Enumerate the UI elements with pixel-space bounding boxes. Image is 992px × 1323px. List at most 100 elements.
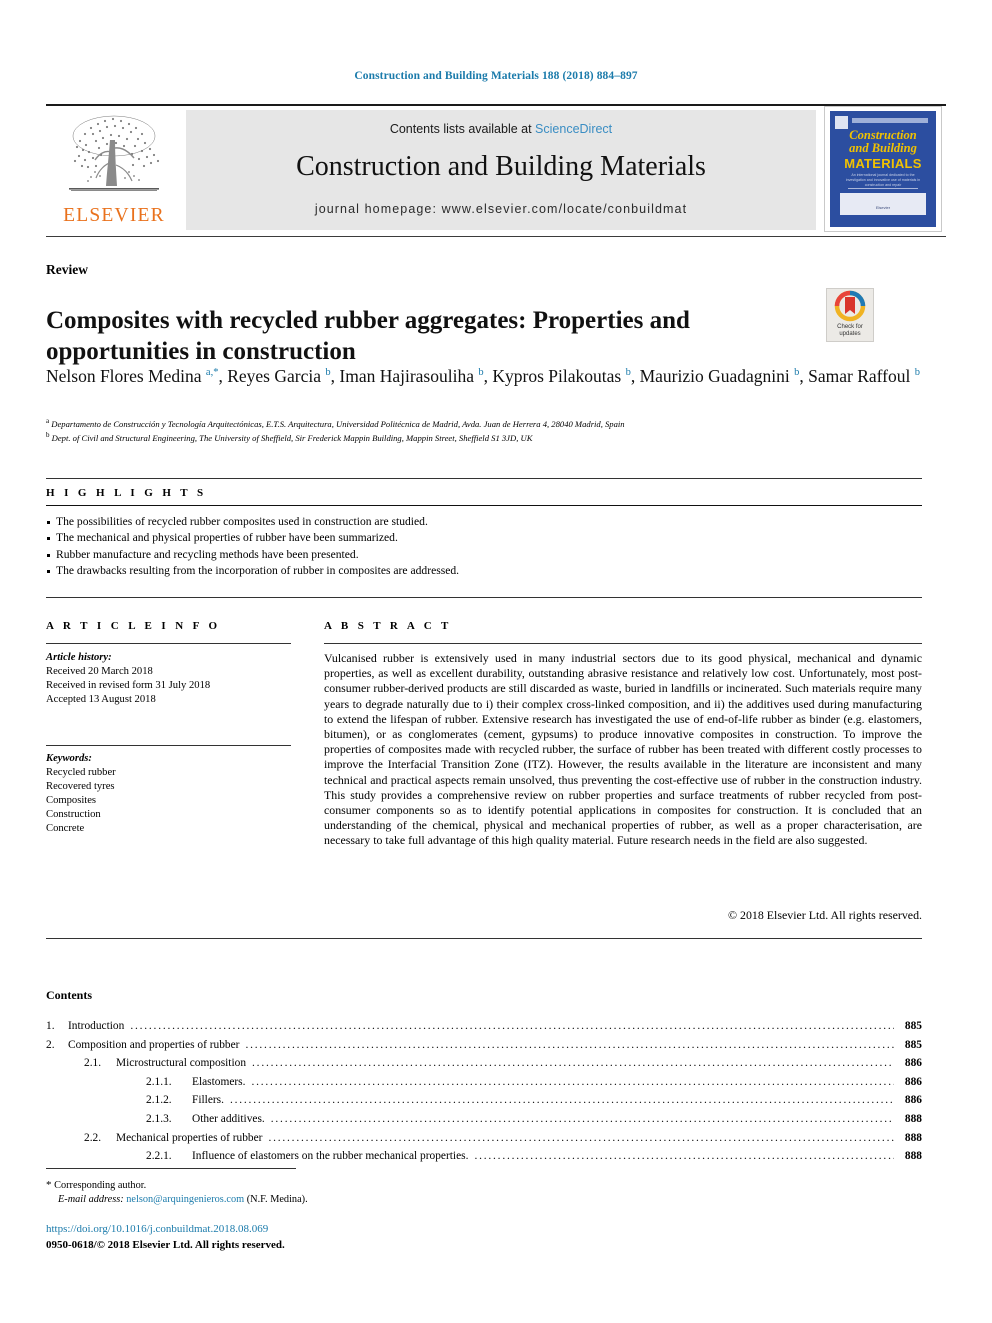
keywords-label: Keywords:: [46, 753, 92, 764]
crossmark-line2: updates: [839, 331, 861, 337]
keyword-item: Construction: [46, 809, 101, 820]
paper-page: Construction and Building Materials 188 …: [0, 0, 992, 1323]
toc-leader-dots: ........................................…: [270, 1112, 894, 1125]
email-suffix: (N.F. Medina).: [246, 1194, 308, 1205]
email-label: E-mail address:: [58, 1194, 124, 1205]
email-link[interactable]: nelson@arquingenieros.com: [126, 1194, 244, 1205]
history-item: Received in revised form 31 July 2018: [46, 680, 211, 691]
abstract-bottom-rule: [46, 938, 922, 939]
doi-link[interactable]: https://doi.org/10.1016/j.conbuildmat.20…: [46, 1223, 268, 1235]
toc-number: 2.1.2.: [146, 1094, 172, 1107]
toc-page-number: 885: [904, 1020, 922, 1032]
abstract-label: A B S T R A C T: [324, 620, 452, 632]
issn-copyright: 0950-0618/© 2018 Elsevier Ltd. All right…: [46, 1239, 285, 1251]
cover-topbar: [852, 118, 928, 123]
keyword-item: Recycled rubber: [46, 767, 116, 778]
list-item: Rubber manufacture and recycling methods…: [46, 547, 922, 563]
toc-number: 2.: [46, 1038, 55, 1051]
keyword-item: Recovered tyres: [46, 781, 115, 792]
cover-title-line1: Construction and Building: [830, 129, 936, 155]
cover-divider: [848, 188, 918, 189]
contents-heading: Contents: [46, 988, 93, 1002]
toc-entry[interactable]: 2.2. Mechanical properties of rubber.....…: [46, 1129, 922, 1148]
footnote-rule: [46, 1168, 296, 1169]
elsevier-logo: ELSEVIER: [48, 110, 180, 232]
toc-number: 2.2.1.: [146, 1150, 172, 1163]
journal-title: Construction and Building Materials: [296, 151, 706, 182]
toc-page-number: 888: [904, 1112, 922, 1125]
toc-number: 2.2.: [84, 1131, 102, 1144]
toc-number: 2.1.: [84, 1057, 102, 1070]
contents-prefix: Contents lists available at: [389, 122, 536, 136]
toc-entry[interactable]: 2.2.1. Influence of elastomers on the rub…: [46, 1147, 922, 1166]
keywords-block: Keywords: Recycled rubber Recovered tyre…: [46, 752, 296, 836]
history-item: Received 20 March 2018: [46, 666, 153, 677]
toc-number: 2.1.1.: [146, 1075, 172, 1088]
corresponding-author-note: * Corresponding author. E-mail address: …: [46, 1178, 646, 1207]
highlights-top-rule: [46, 478, 922, 479]
list-item: The mechanical and physical properties o…: [46, 530, 922, 546]
sciencedirect-link[interactable]: ScienceDirect: [535, 122, 612, 136]
toc-page-number: 886: [904, 1075, 922, 1088]
toc-page-number: 888: [904, 1131, 922, 1144]
list-item: The possibilities of recycled rubber com…: [46, 514, 922, 530]
toc-leader-dots: ........................................…: [130, 1020, 894, 1032]
toc-number: 1.: [46, 1020, 55, 1032]
list-item: The drawbacks resulting from the incorpo…: [46, 563, 922, 579]
history-item: Accepted 13 August 2018: [46, 694, 156, 705]
toc-entry[interactable]: 2.1. Microstructural composition.........…: [46, 1054, 922, 1073]
cover-publisher-logo-icon: [835, 116, 848, 129]
toc-page-number: 886: [904, 1057, 922, 1070]
journal-cover-thumbnail: Construction and Building MATERIALS An i…: [824, 106, 942, 232]
toc-page-number: 888: [904, 1150, 922, 1163]
article-type-label: Review: [46, 262, 88, 277]
crossmark-label: Check for updates: [827, 324, 873, 338]
crossmark-icon: [834, 290, 866, 322]
page-title: Composites with recycled rubber aggregat…: [46, 306, 690, 365]
toc-title: Composition and properties of rubber: [68, 1038, 240, 1051]
keywords-rule: [46, 745, 291, 746]
masthead-top-rule: [46, 104, 946, 106]
toc-title: Mechanical properties of rubber: [116, 1131, 263, 1144]
toc-number: 2.1.3.: [146, 1112, 172, 1125]
journal-homepage-link[interactable]: journal homepage: www.elsevier.com/locat…: [186, 202, 816, 216]
cover-blurb: An international journal dedicated to th…: [845, 173, 921, 187]
corresponding-text: Corresponding author.: [54, 1180, 147, 1191]
article-history-label: Article history:: [46, 652, 112, 663]
toc-page-number: 885: [904, 1038, 922, 1051]
masthead-panel: Contents lists available at ScienceDirec…: [186, 110, 816, 230]
toc-leader-dots: ........................................…: [268, 1131, 894, 1144]
keyword-item: Concrete: [46, 823, 85, 834]
crossmark-line1: Check for: [837, 324, 863, 330]
toc-title: Influence of elastomers on the rubber me…: [192, 1150, 469, 1163]
cover-footer-text: Elsevier: [875, 205, 891, 210]
affiliation-b-text: Dept. of Civil and Structural Engineerin…: [51, 432, 533, 443]
keyword-item: Composites: [46, 795, 97, 806]
highlights-bottom-rule: [46, 597, 922, 598]
toc-leader-dots: ........................................…: [252, 1057, 894, 1070]
toc-title: Other additives.: [192, 1112, 265, 1125]
toc-leader-dots: ........................................…: [229, 1094, 894, 1107]
article-history: Article history: Received 20 March 2018 …: [46, 651, 296, 707]
toc-entry[interactable]: 1. Introduction..........................…: [46, 1017, 922, 1036]
toc-title: Introduction: [68, 1020, 125, 1032]
toc-title: Fillers.: [192, 1094, 224, 1107]
cover-title-1: Construction: [849, 128, 917, 142]
article-info-label: A R T I C L E I N F O: [46, 620, 221, 632]
toc-entry[interactable]: 2. Composition and properties of rubber..…: [46, 1036, 922, 1055]
highlights-label: H I G H L I G H T S: [46, 487, 207, 499]
elsevier-wordmark: ELSEVIER: [63, 205, 165, 226]
contents-available-line: Contents lists available at ScienceDirec…: [186, 122, 816, 136]
crossmark-badge[interactable]: Check for updates: [826, 288, 874, 342]
article-info-rule: [46, 643, 291, 644]
toc-entry[interactable]: 2.1.2. Fillers...........................…: [46, 1091, 922, 1110]
journal-cover-art: Construction and Building MATERIALS An i…: [830, 111, 936, 227]
toc-entry[interactable]: 2.1.1. Elastomers........................…: [46, 1073, 922, 1092]
cover-title-line3: MATERIALS: [844, 156, 922, 171]
highlights-mid-rule: [46, 505, 922, 506]
abstract-text: Vulcanised rubber is extensively used in…: [324, 651, 922, 848]
toc-leader-dots: ........................................…: [245, 1038, 894, 1051]
cover-title-2: and Building: [849, 141, 917, 155]
toc-entry[interactable]: 2.1.3. Other additives...................…: [46, 1110, 922, 1129]
elsevier-tree-icon: [69, 115, 160, 191]
